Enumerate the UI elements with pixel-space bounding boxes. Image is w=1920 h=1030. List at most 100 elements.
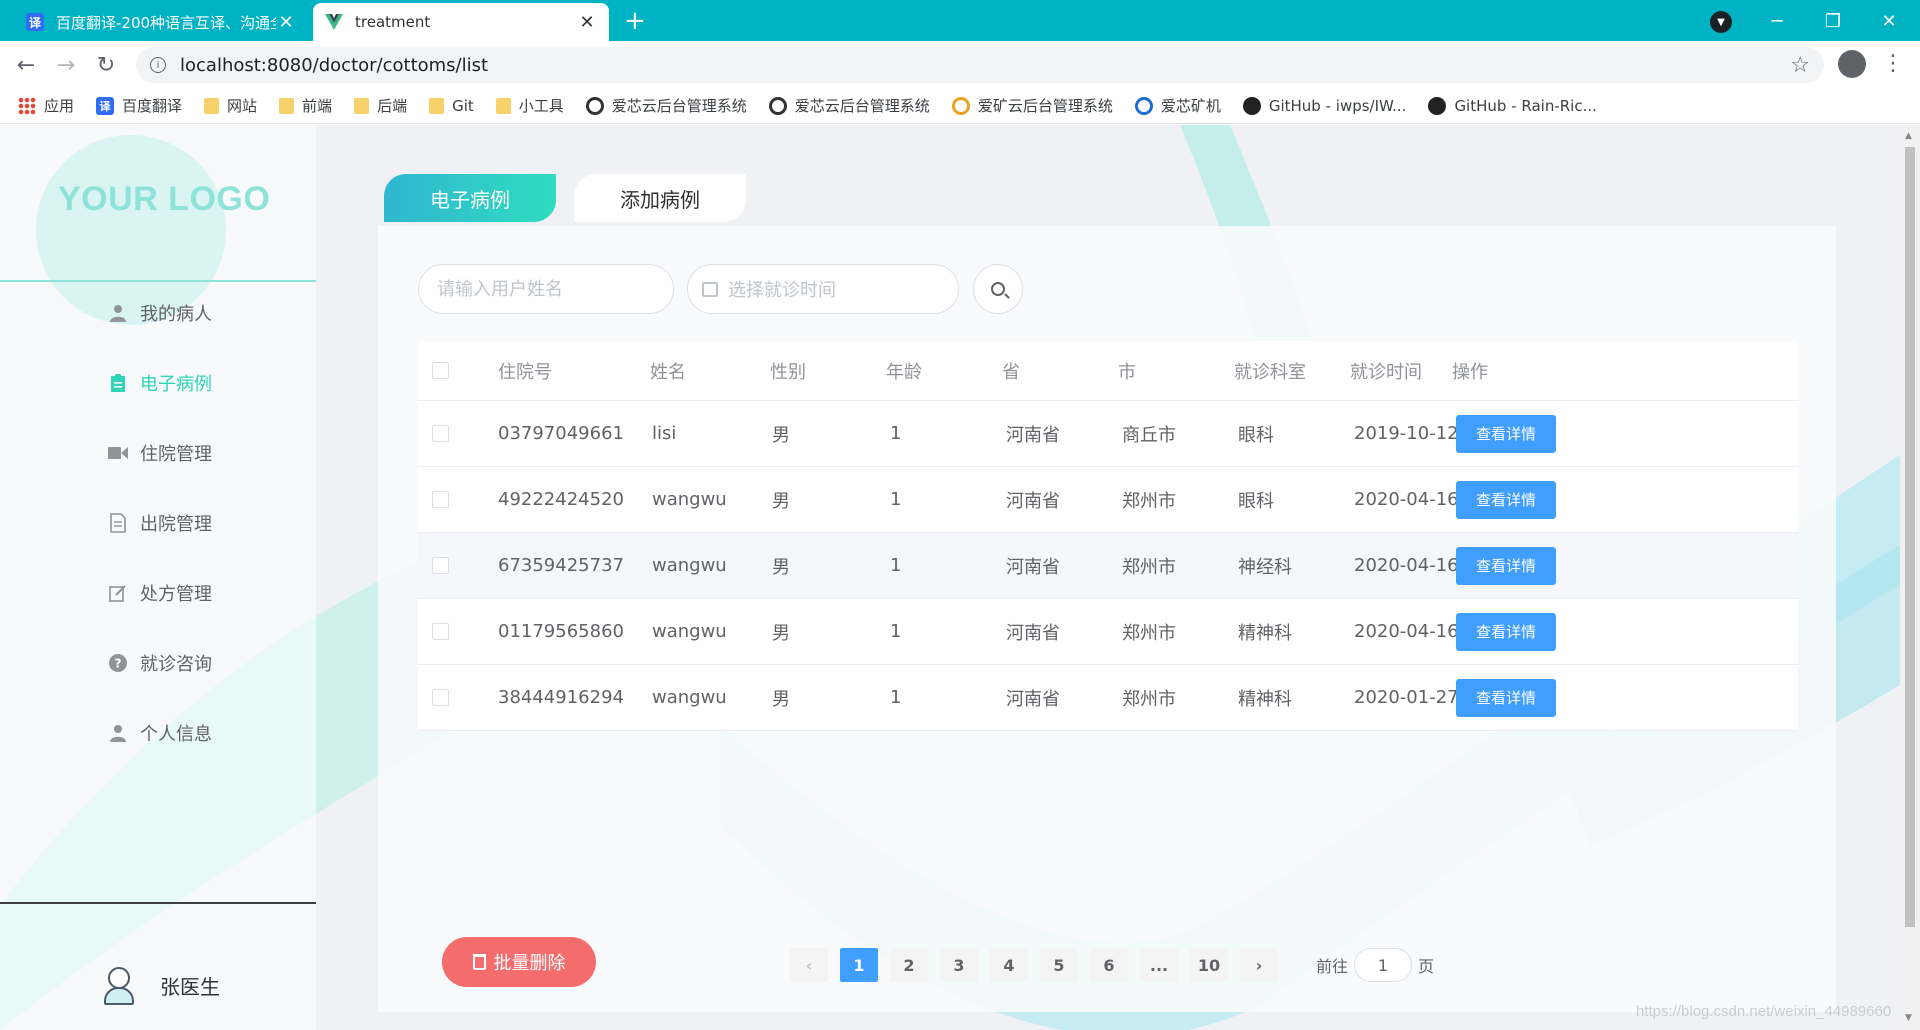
- page-button[interactable]: 5: [1040, 948, 1078, 982]
- bookmark-link[interactable]: 爱芯矿机: [1134, 95, 1221, 116]
- edit-icon: [108, 583, 128, 603]
- bookmark-label: 爱芯云后台管理系统: [794, 97, 930, 115]
- bookmark-folder[interactable]: 小工具: [495, 95, 564, 116]
- batch-delete-button[interactable]: 批量删除: [442, 937, 596, 987]
- reload-icon[interactable]: ↻: [92, 51, 120, 79]
- bookmark-folder[interactable]: 后端: [354, 95, 407, 116]
- bookmark-link[interactable]: GitHub - Rain-Ric...: [1428, 96, 1597, 115]
- select-all-checkbox[interactable]: [432, 362, 449, 379]
- cell-date: 2020-04-16: [1354, 489, 1459, 510]
- page-button[interactable]: 1: [840, 948, 878, 982]
- next-page-button[interactable]: ›: [1240, 948, 1278, 982]
- forward-icon[interactable]: →: [52, 51, 80, 79]
- more-pages-button[interactable]: ...: [1140, 948, 1178, 982]
- sidebar-item-discharge[interactable]: 出院管理: [108, 510, 212, 536]
- close-icon[interactable]: ✕: [276, 12, 296, 33]
- row-checkbox[interactable]: [432, 689, 449, 706]
- cell-date: 2020-04-16: [1354, 621, 1459, 642]
- view-details-button[interactable]: 查看详情: [1456, 612, 1556, 651]
- sidebar-item-label: 我的病人: [140, 304, 212, 325]
- page-button[interactable]: 4: [990, 948, 1028, 982]
- sidebar-item-label: 个人信息: [140, 724, 212, 745]
- sidebar-item-e-records[interactable]: 电子病例: [108, 370, 212, 396]
- sidebar-item-inpatient[interactable]: 住院管理: [108, 440, 212, 466]
- user-icon: [108, 303, 128, 323]
- search-name-input[interactable]: [418, 264, 674, 314]
- search-button[interactable]: [973, 264, 1023, 314]
- current-user[interactable]: 张医生: [102, 965, 220, 1005]
- maximize-button[interactable]: ❐: [1808, 4, 1858, 38]
- bookmark-link[interactable]: 爱矿云后台管理系统: [951, 95, 1113, 116]
- row-checkbox[interactable]: [432, 557, 449, 574]
- bookmark-link[interactable]: GitHub - iwps/IW...: [1242, 96, 1406, 115]
- bookmark-link[interactable]: 爱芯云后台管理系统: [585, 95, 747, 116]
- cell-name: lisi: [652, 423, 677, 444]
- divider: [0, 280, 316, 282]
- visit-date-picker[interactable]: 选择就诊时间: [687, 264, 959, 314]
- view-details-button[interactable]: 查看详情: [1456, 678, 1556, 717]
- cell-city: 郑州市: [1122, 622, 1176, 644]
- cell-id: 67359425737: [498, 555, 624, 576]
- page-button[interactable]: 3: [940, 948, 978, 982]
- translate-icon: 译: [26, 13, 44, 31]
- app-logo[interactable]: YOUR LOGO: [58, 180, 270, 219]
- page-button[interactable]: 2: [890, 948, 928, 982]
- browser-tab-treatment[interactable]: treatment ✕: [313, 3, 609, 41]
- browser-tab-baidu[interactable]: 译 百度翻译-200种语言互译、沟通全 ✕: [14, 3, 308, 41]
- bookmark-link[interactable]: 爱芯云后台管理系统: [768, 95, 930, 116]
- tab-add-record[interactable]: 添加病例: [574, 174, 746, 222]
- info-icon[interactable]: i: [150, 57, 166, 73]
- page-button[interactable]: 10: [1190, 948, 1228, 982]
- scroll-up-icon[interactable]: ▲: [1905, 131, 1912, 141]
- back-icon[interactable]: ←: [12, 51, 40, 79]
- tab-e-records[interactable]: 电子病例: [384, 174, 556, 222]
- cell-city: 郑州市: [1122, 556, 1176, 578]
- cell-name: wangwu: [652, 687, 727, 708]
- cell-age: 1: [890, 555, 902, 576]
- goto-page-input[interactable]: [1354, 948, 1413, 982]
- page-button[interactable]: 6: [1090, 948, 1128, 982]
- translate-icon: 译: [96, 96, 115, 115]
- table-row: 49222424520 wangwu 男 1 河南省 郑州市 眼科 2020-0…: [418, 467, 1798, 533]
- cell-id: 38444916294: [498, 687, 624, 708]
- bookmark-folder[interactable]: Git: [429, 97, 474, 115]
- bookmark-folder[interactable]: 网站: [204, 95, 257, 116]
- scroll-thumb[interactable]: [1905, 147, 1915, 927]
- cell-id: 49222424520: [498, 489, 624, 510]
- minimize-button[interactable]: ─: [1752, 4, 1802, 38]
- star-icon[interactable]: ☆: [1790, 53, 1810, 78]
- view-details-button[interactable]: 查看详情: [1456, 480, 1556, 519]
- url-bar[interactable]: i localhost:8080/doctor/cottoms/list ☆: [136, 47, 1824, 83]
- page-scrollbar[interactable]: ▲ ▼: [1900, 125, 1920, 1030]
- menu-dots-icon[interactable]: ⋮: [1882, 51, 1904, 76]
- sidebar-item-profile[interactable]: 个人信息: [108, 720, 212, 746]
- github-icon: [1428, 96, 1447, 115]
- bookmark-baidu-translate[interactable]: 译百度翻译: [96, 95, 182, 116]
- table-header: 住院号 姓名 性别 年龄 省 市 就诊科室 就诊时间 操作: [418, 341, 1798, 401]
- new-tab-button[interactable]: +: [624, 6, 646, 36]
- bookmark-folder[interactable]: 前端: [279, 95, 332, 116]
- column-header: 就诊科室: [1234, 361, 1306, 383]
- cell-id: 01179565860: [498, 621, 624, 642]
- column-header: 年龄: [886, 361, 922, 383]
- close-icon[interactable]: ✕: [577, 12, 597, 33]
- view-details-button[interactable]: 查看详情: [1456, 546, 1556, 585]
- sidebar-item-prescription[interactable]: 处方管理: [108, 580, 212, 606]
- clipboard-icon: [108, 373, 128, 393]
- row-checkbox[interactable]: [432, 425, 449, 442]
- sidebar-item-my-patients[interactable]: 我的病人: [108, 300, 212, 326]
- sidebar-item-label: 住院管理: [140, 444, 212, 465]
- sidebar-item-consult[interactable]: ? 就诊咨询: [108, 650, 212, 676]
- browser-tabbar: 译 百度翻译-200种语言互译、沟通全 ✕ treatment ✕ + ▼ ─ …: [0, 0, 1920, 41]
- profile-avatar[interactable]: [1838, 50, 1866, 78]
- bookmark-apps[interactable]: 应用: [18, 95, 74, 116]
- profile-dropdown-icon[interactable]: ▼: [1710, 11, 1732, 33]
- prev-page-button[interactable]: ‹: [790, 948, 828, 982]
- row-checkbox[interactable]: [432, 491, 449, 508]
- row-checkbox[interactable]: [432, 623, 449, 640]
- bookmark-label: 前端: [302, 97, 333, 115]
- bookmark-label: 网站: [227, 97, 258, 115]
- view-details-button[interactable]: 查看详情: [1456, 414, 1556, 453]
- scroll-down-icon[interactable]: ▼: [1905, 1013, 1912, 1023]
- close-window-button[interactable]: ✕: [1864, 4, 1914, 38]
